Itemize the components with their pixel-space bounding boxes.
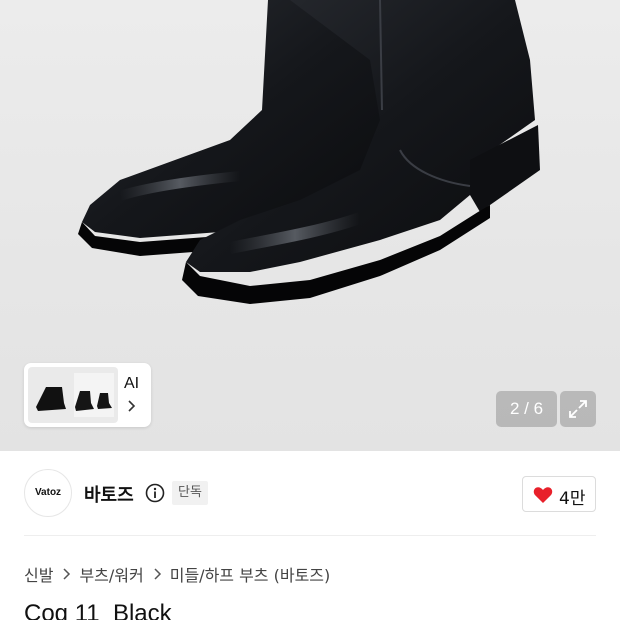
breadcrumb-item-middle-boots[interactable]: 미들/하프 부츠 (바토즈) xyxy=(170,562,331,586)
heart-icon xyxy=(533,487,553,503)
expand-icon xyxy=(569,400,587,418)
exclusive-badge: 단독 xyxy=(172,481,208,505)
ai-label: AI xyxy=(124,375,140,392)
thumbnail-image xyxy=(28,367,118,423)
brand-row: Vatoz 바토즈 단독 4만 xyxy=(0,451,620,535)
info-icon[interactable] xyxy=(145,483,165,503)
chevron-right-icon xyxy=(128,400,136,412)
brand-logo[interactable]: Vatoz xyxy=(24,469,72,517)
image-counter: 2 / 6 xyxy=(496,391,557,427)
breadcrumb: 신발 부츠/워커 미들/하프 부츠 (바토즈) xyxy=(24,563,330,585)
product-image-gallery[interactable]: AI 2 / 6 xyxy=(0,0,620,451)
like-count: 4만 xyxy=(559,489,586,509)
breadcrumb-item-boots[interactable]: 부츠/워커 xyxy=(79,562,143,586)
chevron-right-icon xyxy=(152,567,164,581)
divider xyxy=(24,535,596,536)
breadcrumb-item-shoes[interactable]: 신발 xyxy=(24,562,53,586)
product-title: Cog 11_Black xyxy=(24,600,172,620)
expand-button[interactable] xyxy=(560,391,596,427)
chevron-right-icon xyxy=(61,567,73,581)
brand-name[interactable]: 바토즈 xyxy=(84,481,134,507)
ai-thumbnail-card[interactable]: AI xyxy=(24,363,151,427)
like-button[interactable]: 4만 xyxy=(522,476,596,512)
